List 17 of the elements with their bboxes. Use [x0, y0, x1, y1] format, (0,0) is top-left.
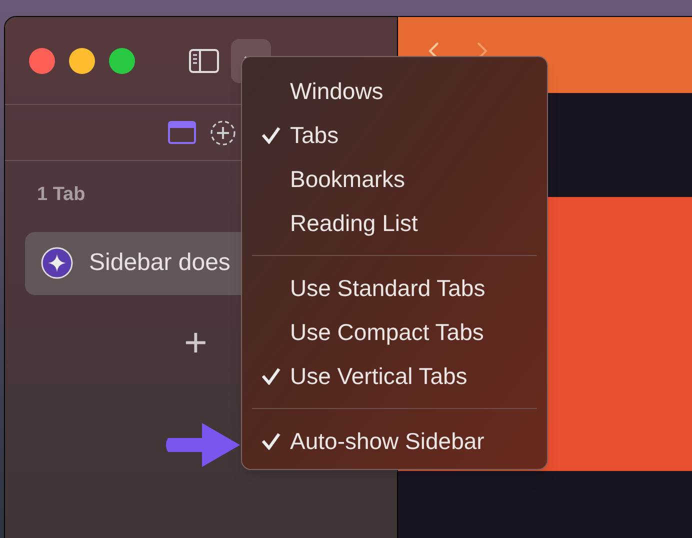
- arrow-icon: [164, 421, 241, 468]
- menu-item[interactable]: Bookmarks: [252, 157, 537, 201]
- tab-overview-icon[interactable]: [168, 121, 196, 144]
- close-button[interactable]: [29, 48, 55, 74]
- menu-item[interactable]: Auto-show Sidebar: [252, 419, 537, 463]
- tab-title: Sidebar does: [89, 248, 230, 278]
- sparkle-icon: [41, 247, 73, 279]
- menu-item[interactable]: Use Vertical Tabs: [252, 354, 537, 398]
- new-tab-button[interactable]: +: [184, 322, 208, 362]
- new-tab-group-icon[interactable]: [210, 120, 236, 146]
- minimize-button[interactable]: [69, 48, 95, 74]
- menu-item[interactable]: Windows: [252, 69, 537, 113]
- menu-item[interactable]: Tabs: [252, 113, 537, 157]
- zoom-button[interactable]: [109, 48, 135, 74]
- menu-item[interactable]: Use Compact Tabs: [252, 310, 537, 354]
- sidebar-toggle-icon[interactable]: [189, 48, 219, 72]
- section-label: 1 Tab: [37, 183, 86, 207]
